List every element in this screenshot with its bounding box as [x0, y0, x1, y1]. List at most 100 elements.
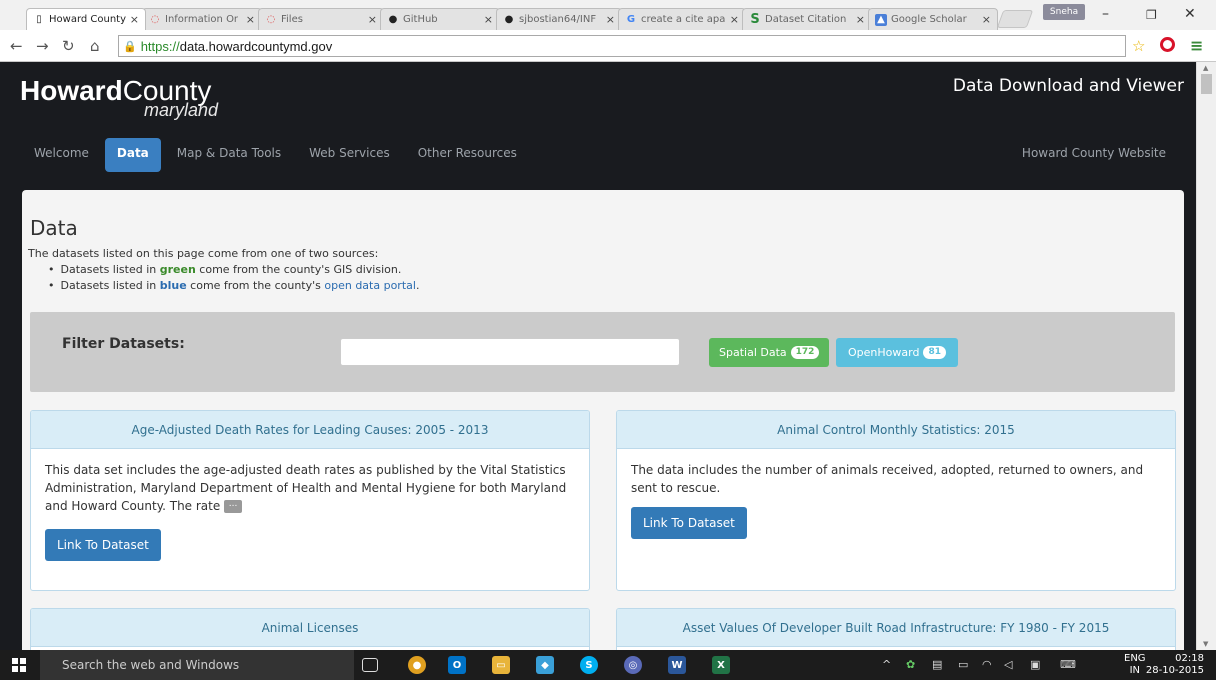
menu-icon[interactable]: ≡: [1190, 36, 1203, 55]
nav-data[interactable]: Data: [104, 138, 161, 172]
nav-map-data-tools[interactable]: Map & Data Tools: [165, 138, 293, 172]
tab-github[interactable]: ● GitHub ×: [380, 8, 500, 30]
dataset-card: Asset Values Of Developer Built Road Inf…: [616, 608, 1176, 650]
dataset-card: Animal Control Monthly Statistics: 2015 …: [616, 410, 1176, 591]
taskbar-clock[interactable]: 02:18 28-10-2015: [1146, 653, 1204, 677]
spatial-data-button[interactable]: Spatial Data 172: [709, 338, 830, 367]
dataset-card: Animal Licenses: [30, 608, 590, 650]
scroll-up-icon[interactable]: ▲: [1203, 64, 1208, 72]
scroll-down-icon[interactable]: ▼: [1203, 640, 1208, 648]
dataset-card: Age-Adjusted Death Rates for Leading Cau…: [30, 410, 590, 591]
page-scrollbar[interactable]: ▲ ▼: [1196, 62, 1216, 650]
word-icon[interactable]: W: [668, 656, 686, 674]
bookmark-star-icon[interactable]: ☆: [1132, 37, 1145, 55]
tab-howard-county[interactable]: ▯ Howard County ×: [26, 8, 146, 30]
nav-howard-county-website[interactable]: Howard County Website: [1010, 138, 1178, 168]
nav-web-services[interactable]: Web Services: [297, 138, 402, 172]
openhoward-count-badge: 81: [923, 346, 946, 359]
link-to-dataset-button[interactable]: Link To Dataset: [631, 507, 747, 539]
chrome-icon[interactable]: ●: [408, 656, 426, 674]
tray-network-icon[interactable]: ▤: [932, 658, 942, 671]
google-icon: G: [626, 14, 636, 25]
nav-other-resources[interactable]: Other Resources: [406, 138, 529, 172]
loading-icon: ◌: [266, 14, 276, 25]
minimize-icon[interactable]: –: [1102, 6, 1109, 22]
filter-label: Filter Datasets:: [62, 336, 185, 352]
close-icon[interactable]: ×: [246, 13, 255, 26]
close-icon[interactable]: ×: [730, 13, 739, 26]
close-icon[interactable]: ×: [856, 13, 865, 26]
task-view-icon[interactable]: [362, 658, 378, 672]
dataset-description: This data set includes the age-adjusted …: [45, 463, 567, 513]
tab-dataset-citation[interactable]: S Dataset Citation ×: [742, 8, 872, 30]
app-icon[interactable]: ◎: [624, 656, 642, 674]
scroll-thumb[interactable]: [1201, 74, 1212, 94]
reload-icon[interactable]: ↻: [62, 37, 75, 55]
site-logo[interactable]: HowardCounty maryland: [20, 76, 218, 121]
page-title: Data: [30, 216, 78, 240]
content-panel: Data The datasets listed on this page co…: [22, 190, 1184, 650]
tab-create-cite[interactable]: G create a cite apa ×: [618, 8, 746, 30]
loading-icon: ◌: [150, 14, 160, 25]
tab-information[interactable]: ◌ Information Or ×: [142, 8, 262, 30]
lock-icon: 🔒: [123, 39, 137, 53]
tray-app-icon[interactable]: ✿: [906, 658, 915, 671]
close-icon[interactable]: ×: [130, 13, 139, 26]
tab-sjbostian[interactable]: ● sjbostian64/INF ×: [496, 8, 622, 30]
tray-keyboard-icon[interactable]: ⌨: [1060, 658, 1076, 671]
close-icon[interactable]: ×: [368, 13, 377, 26]
open-data-portal-link[interactable]: open data portal: [324, 279, 416, 292]
store-icon[interactable]: ◆: [536, 656, 554, 674]
dataset-description: The data includes the number of animals …: [631, 463, 1144, 495]
opera-icon[interactable]: [1160, 37, 1175, 52]
close-icon[interactable]: ×: [484, 13, 493, 26]
skype-icon[interactable]: S: [580, 656, 598, 674]
profile-badge[interactable]: Sneha: [1043, 4, 1085, 20]
nav-welcome[interactable]: Welcome: [22, 138, 101, 172]
filter-bar: Filter Datasets: Spatial Data 172 OpenHo…: [30, 312, 1175, 392]
home-icon[interactable]: ⌂: [90, 37, 100, 55]
web-page: HowardCounty maryland Data Download and …: [0, 62, 1196, 650]
tray-wifi-icon[interactable]: ◠: [982, 658, 992, 671]
github-icon: ●: [388, 14, 398, 25]
scholar-icon: ▲: [875, 13, 887, 26]
tray-chevron-icon[interactable]: ^: [882, 658, 891, 671]
dataset-title[interactable]: Animal Licenses: [31, 609, 589, 647]
taskbar-search[interactable]: Search the web and Windows: [40, 650, 354, 680]
tab-files[interactable]: ◌ Files ×: [258, 8, 384, 30]
url-text: https://data.howardcountymd.gov: [140, 38, 333, 54]
spatial-count-badge: 172: [790, 346, 820, 359]
windows-start-icon[interactable]: [12, 658, 26, 672]
windows-taskbar: Search the web and Windows ● O ▭ ◆ S ◎ W…: [0, 650, 1216, 680]
address-bar[interactable]: 🔒 https://data.howardcountymd.gov: [118, 35, 1126, 57]
link-to-dataset-button[interactable]: Link To Dataset: [45, 529, 161, 561]
back-icon[interactable]: ←: [10, 37, 23, 55]
dataset-title[interactable]: Age-Adjusted Death Rates for Leading Cau…: [31, 411, 589, 449]
tab-google-scholar[interactable]: ▲ Google Scholar ×: [868, 8, 998, 30]
main-nav: Welcome Data Map & Data Tools Web Servic…: [22, 138, 533, 172]
excel-icon[interactable]: X: [712, 656, 730, 674]
close-window-icon[interactable]: ✕: [1184, 6, 1196, 22]
bullet-gis: Datasets listed in green come from the c…: [48, 262, 419, 278]
site-title: Data Download and Viewer: [952, 76, 1184, 96]
close-icon[interactable]: ×: [982, 13, 991, 26]
more-button[interactable]: ...: [224, 500, 243, 513]
new-tab-button[interactable]: [996, 10, 1034, 28]
filter-input[interactable]: [340, 338, 680, 366]
openhoward-button[interactable]: OpenHoward 81: [836, 338, 958, 367]
outlook-icon[interactable]: O: [448, 656, 466, 674]
forward-icon[interactable]: →: [36, 37, 49, 55]
bullet-portal: Datasets listed in blue come from the co…: [48, 278, 420, 294]
close-icon[interactable]: ×: [606, 13, 615, 26]
restore-icon[interactable]: ❐: [1146, 8, 1157, 22]
language-indicator[interactable]: ENG IN: [1124, 653, 1146, 677]
file-explorer-icon[interactable]: ▭: [492, 656, 510, 674]
browser-tabstrip: ▯ Howard County × ◌ Information Or × ◌ F…: [0, 0, 1216, 30]
tray-notification-icon[interactable]: ▣: [1030, 658, 1040, 671]
tray-battery-icon[interactable]: ▭: [958, 658, 968, 671]
dataset-title[interactable]: Asset Values Of Developer Built Road Inf…: [617, 609, 1175, 647]
github-icon: ●: [504, 14, 514, 25]
dataset-title[interactable]: Animal Control Monthly Statistics: 2015: [617, 411, 1175, 449]
tray-volume-icon[interactable]: ◁: [1004, 658, 1012, 671]
page-icon: ▯: [36, 14, 42, 25]
